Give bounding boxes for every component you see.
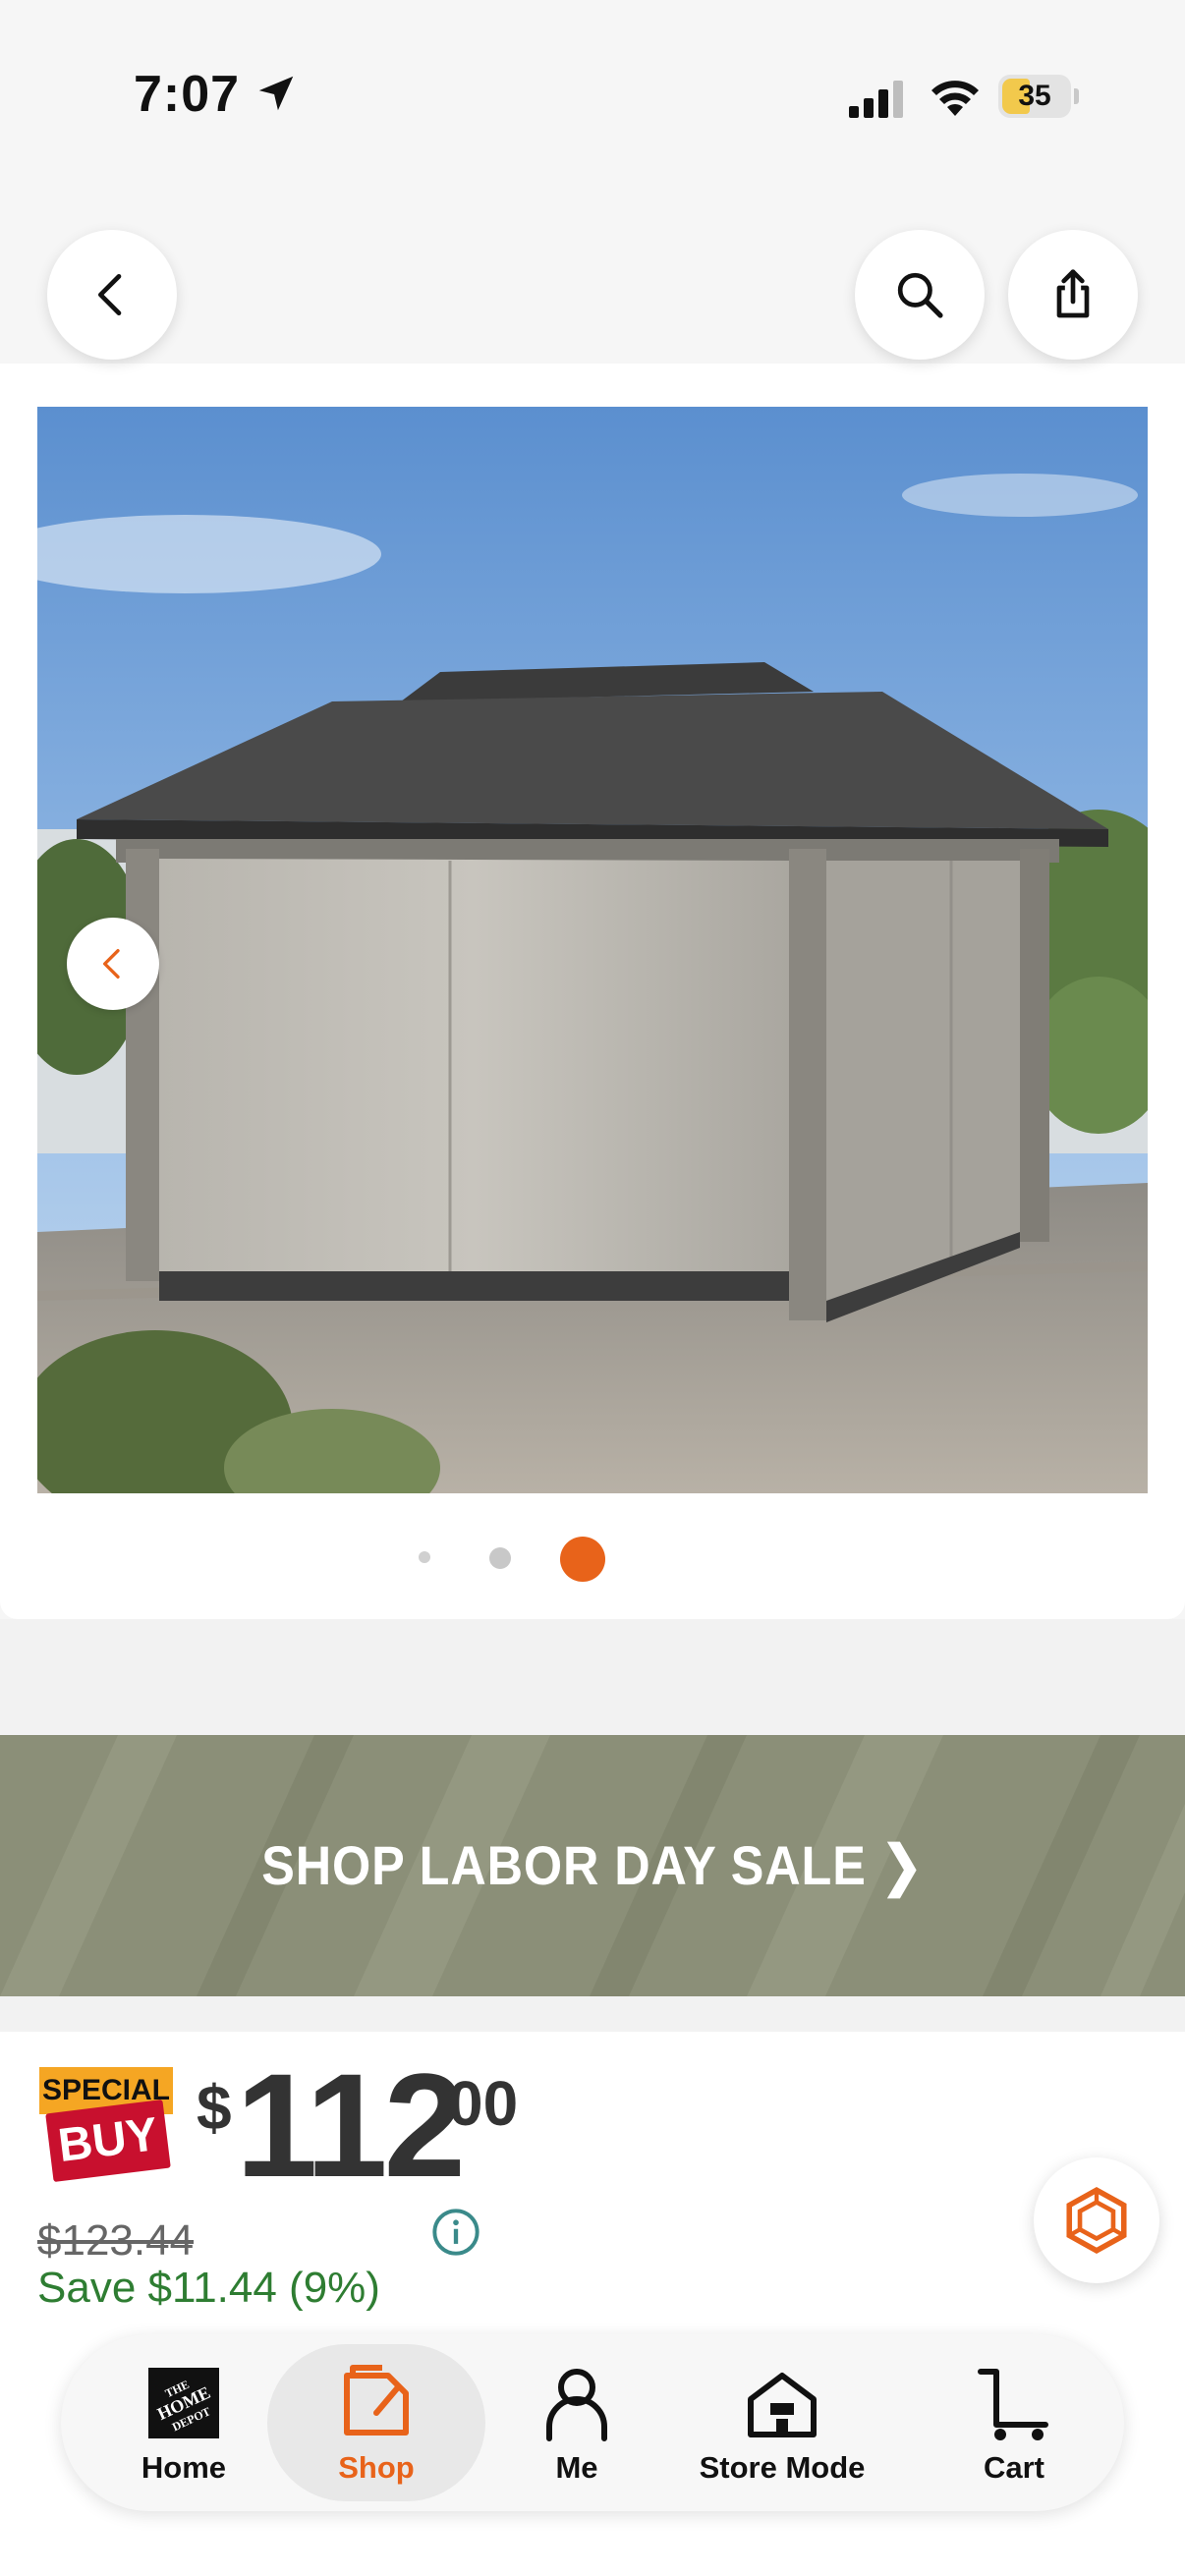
store-icon [748, 2373, 817, 2437]
banner-text: SHOP LABOR DAY SALE ❯ [261, 1834, 924, 1896]
search-button[interactable] [855, 230, 985, 360]
tab-cart-label: Cart [983, 2450, 1044, 2485]
tab-store-mode[interactable]: Store Mode [674, 2334, 890, 2511]
assistant-button[interactable] [1034, 2157, 1159, 2283]
hexagon-assistant-icon [1066, 2186, 1127, 2255]
cart-icon [978, 2369, 1048, 2440]
search-icon [897, 272, 943, 318]
tab-shop[interactable]: Shop [267, 2334, 485, 2511]
battery-indicator: 35 [998, 75, 1079, 118]
back-button[interactable] [47, 230, 177, 360]
gallery-prev-button[interactable] [67, 918, 159, 1010]
badge-bottom-text: BUY [45, 2099, 171, 2183]
product-image[interactable] [37, 407, 1148, 1493]
tab-me-label: Me [555, 2450, 598, 2485]
special-buy-badge: SPECIAL BUY [39, 2067, 177, 2195]
wifi-icon [931, 81, 979, 116]
bottom-tab-bar: THE HOME DEPOT Home Shop Me Store Mode C… [61, 2334, 1124, 2511]
share-icon [1056, 269, 1090, 318]
price-currency: $ [197, 2072, 232, 2143]
shop-tag-icon [344, 2365, 409, 2436]
gallery-dot-active[interactable] [560, 1537, 605, 1582]
gallery-dot[interactable] [489, 1547, 511, 1569]
tab-store-mode-label: Store Mode [699, 2450, 866, 2485]
chevron-left-icon [103, 949, 120, 979]
savings-text: Save $11.44 (9%) [37, 2264, 380, 2312]
cellular-signal-icon [849, 81, 903, 118]
person-icon [546, 2369, 607, 2441]
labor-day-sale-banner[interactable]: SHOP LABOR DAY SALE ❯ [0, 1735, 1185, 1996]
was-price: $123.44 [37, 2216, 195, 2265]
tab-cart[interactable]: Cart [916, 2334, 1112, 2511]
price-cents: 00 [448, 2068, 519, 2139]
location-arrow-icon [258, 76, 294, 111]
info-icon[interactable] [430, 2207, 481, 2258]
tab-shop-label: Shop [338, 2450, 415, 2485]
gallery-pagination [0, 1533, 1185, 1582]
share-button[interactable] [1008, 230, 1138, 360]
home-depot-logo-icon: THE HOME DEPOT [148, 2368, 219, 2438]
gallery-dot[interactable] [419, 1551, 430, 1563]
battery-level: 35 [1018, 80, 1051, 112]
chevron-left-icon [98, 274, 122, 315]
tab-me[interactable]: Me [493, 2334, 660, 2511]
gazebo-illustration [37, 407, 1148, 1493]
status-time: 7:07 [134, 66, 241, 123]
price-whole: 112 [236, 2043, 466, 2208]
